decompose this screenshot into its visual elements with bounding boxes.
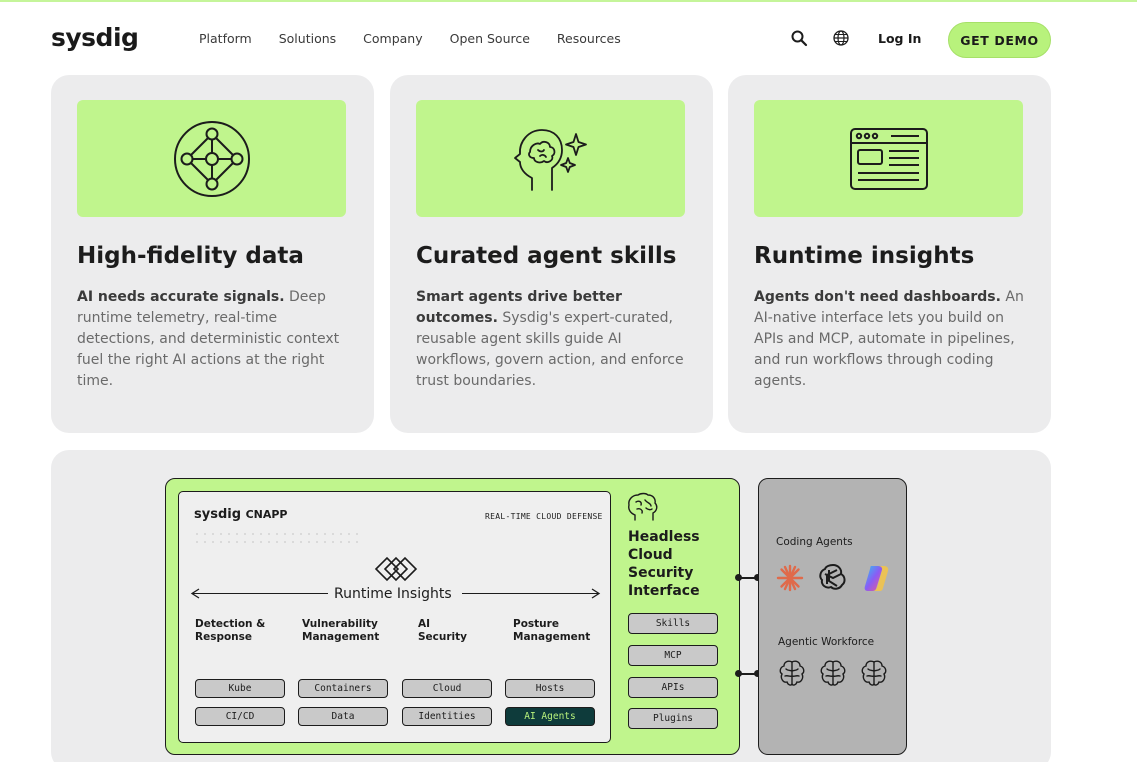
card-lead: Agents don't need dashboards.	[754, 289, 1001, 305]
feature-card-runtime-insights: Runtime insights Agents don't need dashb…	[728, 75, 1051, 433]
feature-card-curated-agent-skills: Curated agent skills Smart agents drive …	[390, 75, 713, 433]
card-description: AI needs accurate signals. Deep runtime …	[77, 287, 357, 392]
browser-window-icon	[849, 127, 928, 190]
top-navigation: sysdig Platform Solutions Company Open S…	[0, 2, 1137, 74]
get-demo-button[interactable]: GET DEMO	[948, 22, 1051, 58]
pill-ai-agents: AI Agents	[505, 707, 595, 726]
sysdig-logo[interactable]: sysdig	[51, 23, 139, 52]
pill-cloud: Cloud	[402, 679, 492, 698]
brain-sparkle-icon	[513, 128, 587, 191]
runtime-arrow-right	[462, 593, 598, 594]
column-vulnerability-management: Vulnerability Management	[302, 618, 380, 643]
nav-link-company[interactable]: Company	[363, 31, 422, 46]
cnapp-product: CNAPP	[245, 508, 288, 521]
copilot-icon	[864, 566, 889, 591]
runtime-insights-label: Runtime Insights	[334, 586, 452, 602]
card-title: High-fidelity data	[77, 243, 304, 269]
card-lead: AI needs accurate signals.	[77, 289, 285, 305]
agents-box	[758, 478, 907, 755]
network-nodes-icon	[173, 120, 250, 197]
claude-icon	[776, 564, 804, 592]
brain-icon	[820, 660, 846, 686]
card-description: Smart agents drive better outcomes. Sysd…	[416, 287, 696, 392]
cnapp-logo: sysdig CNAPP	[194, 507, 287, 522]
nav-link-resources[interactable]: Resources	[557, 31, 621, 46]
card-title: Runtime insights	[754, 243, 975, 269]
openai-icon	[819, 563, 846, 590]
headless-skills: Skills	[628, 613, 718, 634]
column-detection-response: Detection & Response	[195, 618, 266, 643]
card-image	[416, 100, 685, 217]
connector-dot	[735, 574, 742, 581]
pill-identities: Identities	[402, 707, 492, 726]
agentic-workforce-label: Agentic Workforce	[778, 636, 875, 648]
card-title: Curated agent skills	[416, 243, 677, 269]
runtime-arrow-left	[192, 593, 328, 594]
dot-pattern	[193, 530, 363, 548]
headless-plugins: Plugins	[628, 708, 718, 729]
pill-kube: Kube	[195, 679, 285, 698]
pill-data: Data	[298, 707, 388, 726]
brain-icon	[779, 660, 805, 686]
search-icon[interactable]	[790, 29, 808, 47]
cnapp-box	[178, 491, 611, 743]
runtime-diamond-icon	[374, 556, 418, 582]
feature-card-high-fidelity-data: High-fidelity data AI needs accurate sig…	[51, 75, 374, 433]
cnapp-brand: sysdig	[194, 507, 242, 522]
globe-icon[interactable]	[832, 29, 850, 47]
column-posture-management: Posture Management	[513, 618, 591, 643]
pill-ci-cd: CI/CD	[195, 707, 285, 726]
column-ai-security: AI Security	[418, 618, 468, 643]
headless-interface-title: Headless Cloud Security Interface	[628, 529, 700, 599]
headless-brain-icon	[628, 492, 658, 521]
cnapp-tagline: REAL-TIME CLOUD DEFENSE	[485, 512, 603, 521]
arrow-right-icon	[591, 588, 601, 599]
connector-dot	[735, 670, 742, 677]
coding-agents-label: Coding Agents	[776, 536, 853, 548]
nav-link-solutions[interactable]: Solutions	[279, 31, 336, 46]
headless-mcp: MCP	[628, 645, 718, 666]
pill-containers: Containers	[298, 679, 388, 698]
login-link[interactable]: Log In	[878, 31, 921, 46]
pill-hosts: Hosts	[505, 679, 595, 698]
headless-apis: APIs	[628, 677, 718, 698]
nav-link-platform[interactable]: Platform	[199, 31, 252, 46]
brain-icon	[861, 660, 887, 686]
card-image	[754, 100, 1023, 217]
card-description: Agents don't need dashboards. An AI-nati…	[754, 287, 1034, 392]
card-image	[77, 100, 346, 217]
arrow-left-icon	[190, 588, 200, 599]
nav-link-open-source[interactable]: Open Source	[450, 31, 530, 46]
nav-links: Platform Solutions Company Open Source R…	[199, 31, 648, 46]
